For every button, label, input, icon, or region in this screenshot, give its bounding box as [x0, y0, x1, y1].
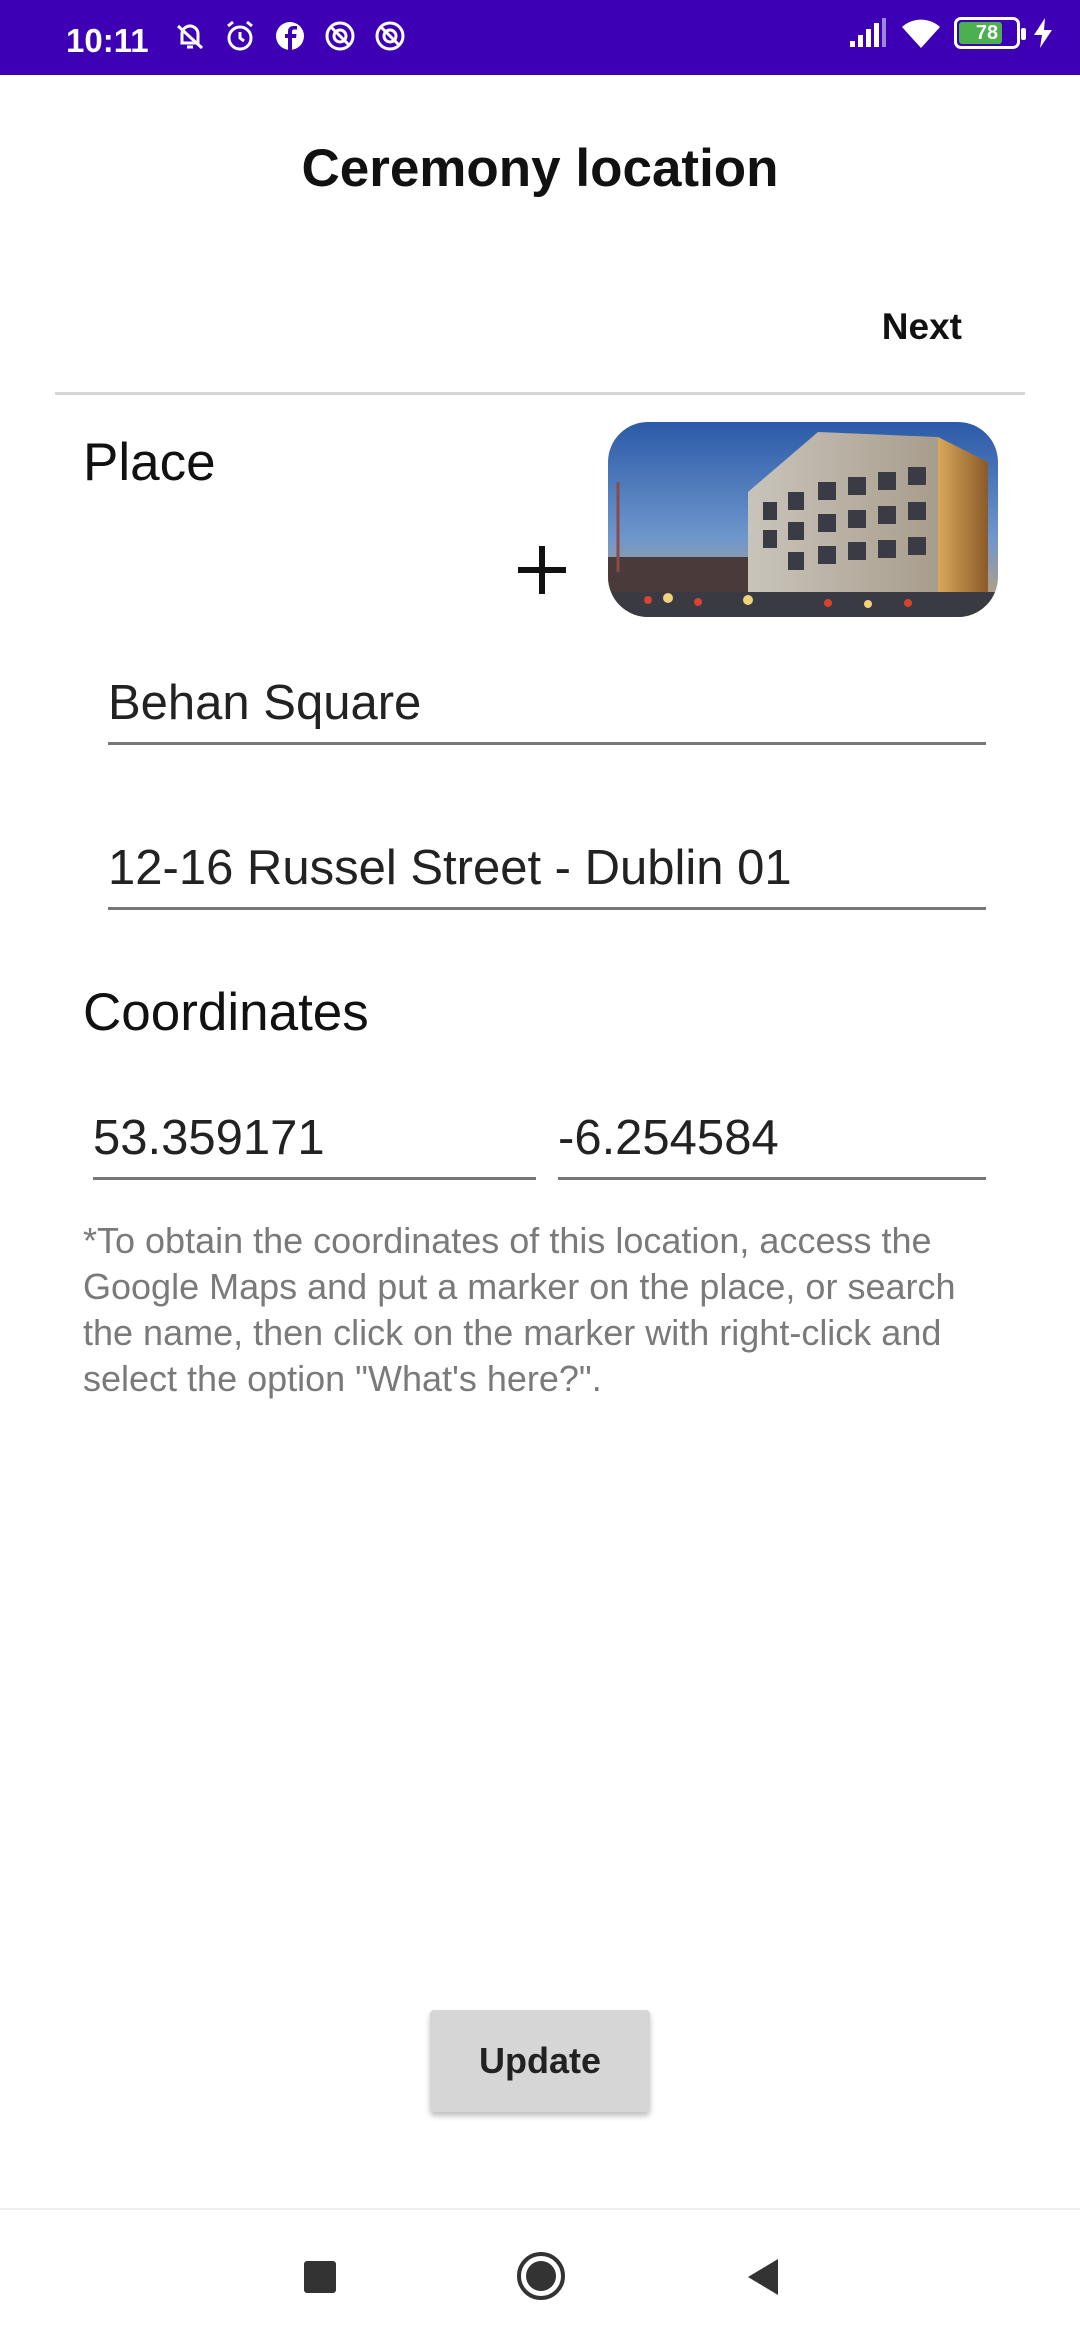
longitude-field[interactable]: [558, 1110, 986, 1180]
update-button[interactable]: Update: [430, 2010, 650, 2112]
app-notification-icon: [325, 21, 355, 51]
place-photo[interactable]: [608, 422, 998, 617]
alarm-icon: [227, 20, 253, 51]
back-icon: [748, 2259, 778, 2295]
mute-bell-icon: [176, 24, 204, 50]
longitude-input[interactable]: [558, 1110, 986, 1166]
place-address-field[interactable]: [108, 840, 986, 910]
latitude-field[interactable]: [93, 1110, 536, 1180]
place-name-input[interactable]: [108, 675, 986, 731]
add-photo-button[interactable]: [512, 540, 572, 600]
notification-icons: [170, 16, 410, 56]
building-photo-image: [608, 422, 998, 617]
battery-level: 78: [975, 22, 999, 44]
recents-icon: [304, 2261, 336, 2293]
battery-icon: 78: [954, 17, 1026, 49]
divider: [55, 392, 1025, 395]
coordinates-hint: *To obtain the coordinates of this locat…: [83, 1220, 956, 1399]
status-time: 10:11: [66, 22, 149, 59]
place-name-field[interactable]: [108, 675, 986, 745]
signal-icon: [850, 18, 886, 47]
coordinates-label: Coordinates: [83, 983, 369, 1042]
system-icons: 78: [848, 16, 1054, 50]
latitude-input[interactable]: [93, 1110, 536, 1166]
place-address-input[interactable]: [108, 840, 986, 896]
recents-button[interactable]: [298, 2255, 342, 2299]
home-button[interactable]: [515, 2250, 567, 2302]
facebook-icon: [276, 22, 304, 50]
place-label: Place: [83, 433, 216, 492]
charging-icon: [1034, 18, 1052, 48]
next-button[interactable]: Next: [882, 306, 962, 348]
wifi-icon: [902, 19, 940, 48]
status-bar: 10:11 78: [0, 0, 1080, 75]
navigation-bar: [0, 2208, 1080, 2342]
app-notification-icon: [375, 21, 405, 51]
home-icon: [517, 2252, 565, 2300]
back-button[interactable]: [742, 2255, 786, 2299]
page-title: Ceremony location: [301, 139, 779, 198]
